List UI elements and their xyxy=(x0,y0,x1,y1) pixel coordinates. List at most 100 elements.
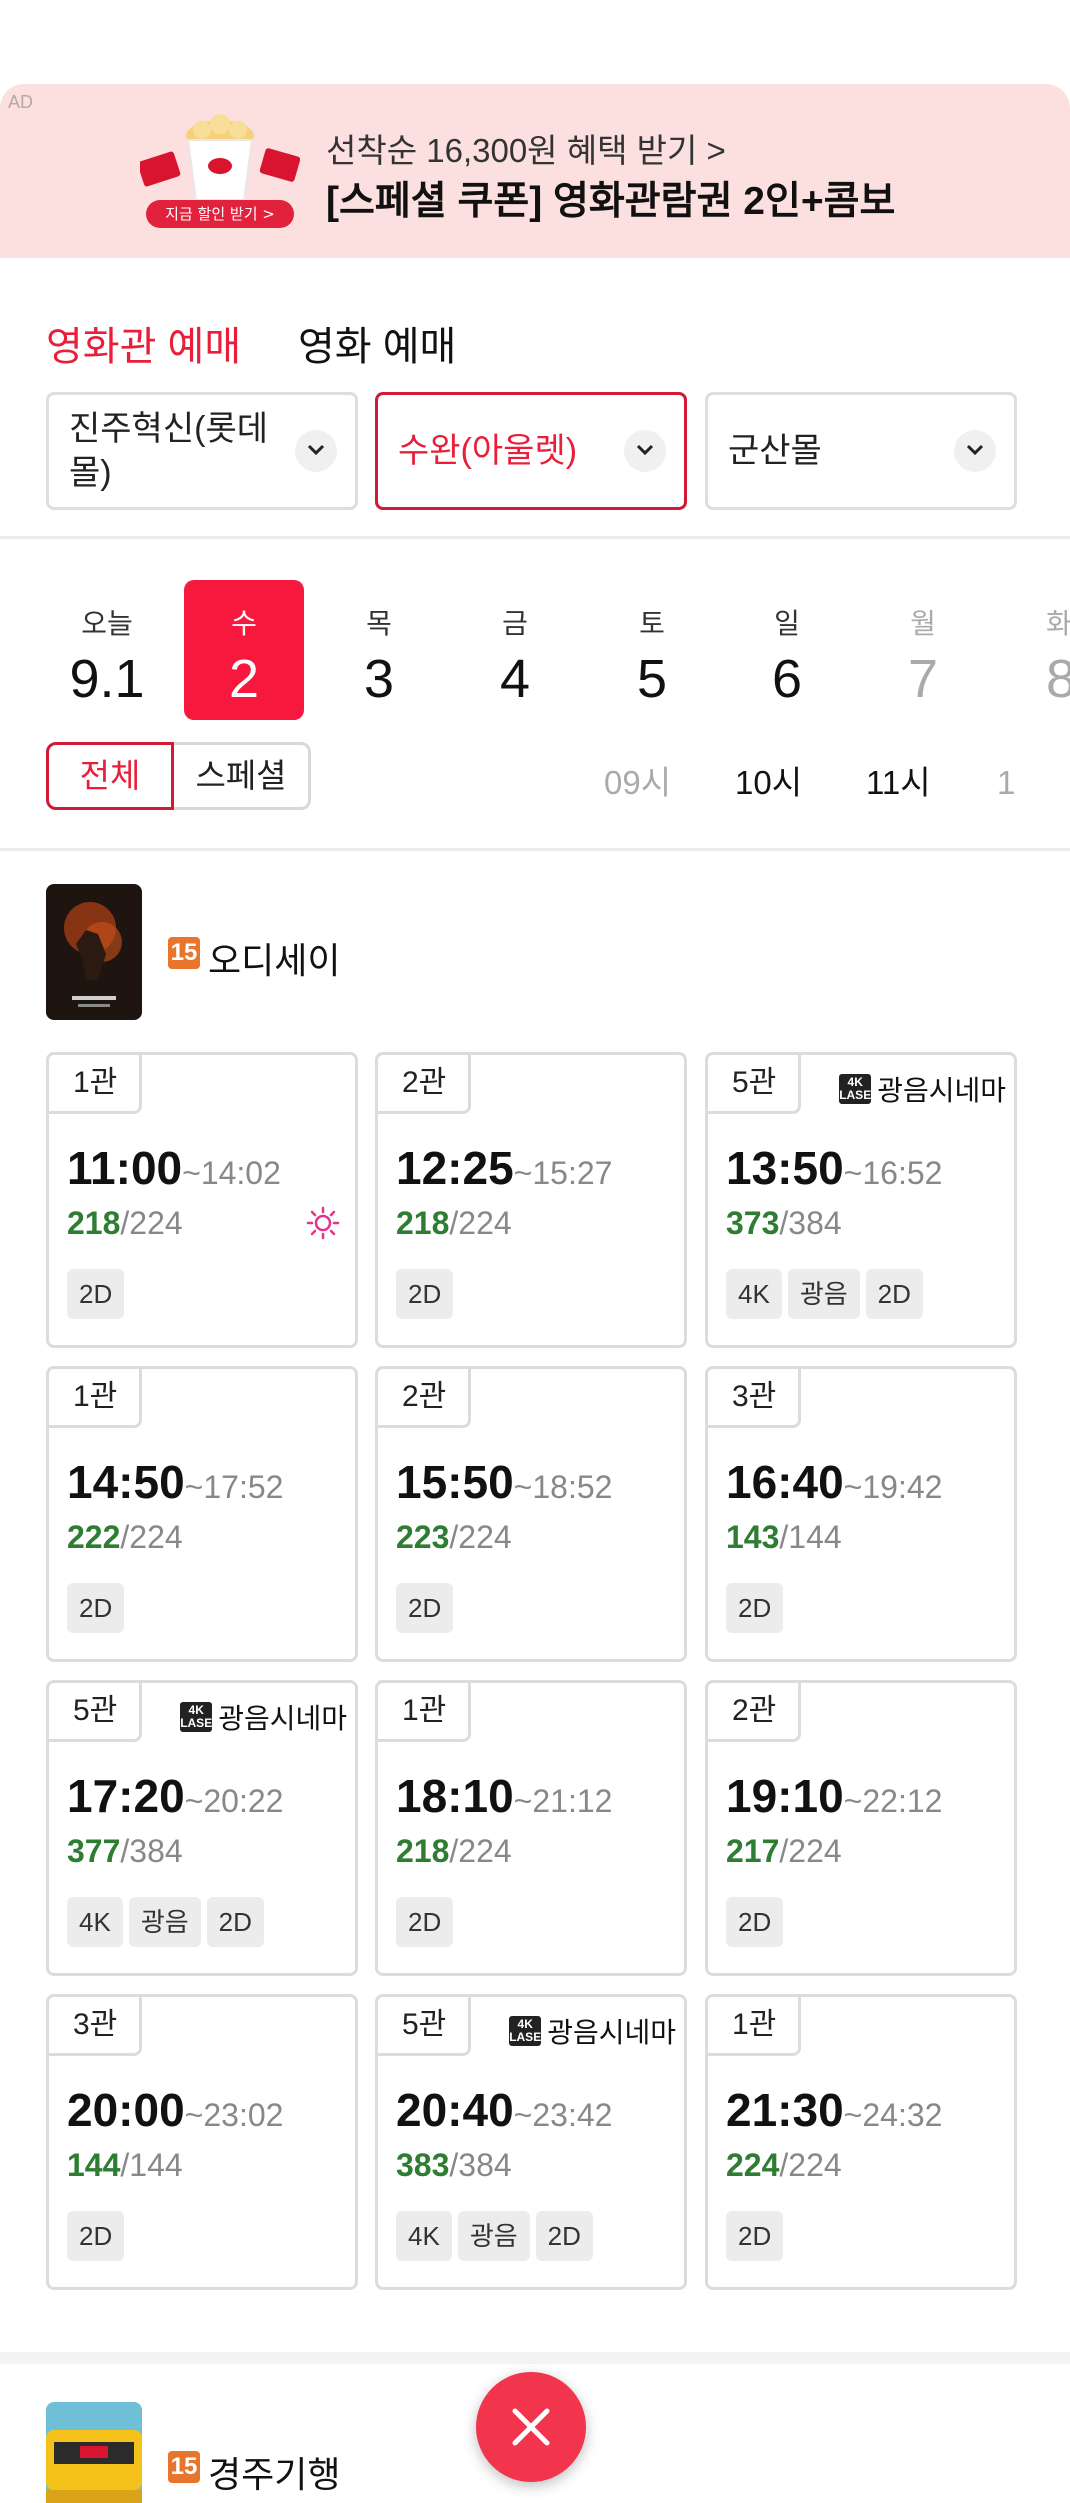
date-item[interactable]: 목 3 xyxy=(319,580,439,720)
end-time: ~23:42 xyxy=(513,2097,613,2133)
seat-availability: 223/224 xyxy=(396,1519,512,1556)
date-item[interactable]: 월 7 xyxy=(863,580,983,720)
date-day: 2 xyxy=(228,649,260,709)
ad-banner[interactable]: AD 지금 할인 받기 > 선착순 16,300원 혜택 받기 > [스페셜 쿠… xyxy=(0,84,1070,258)
movie-poster[interactable] xyxy=(46,884,142,1020)
format-tag: 2D xyxy=(396,1583,454,1633)
date-item[interactable]: 금 4 xyxy=(455,580,575,720)
total-seats: /224 xyxy=(449,1519,512,1555)
age-rating-badge: 15 xyxy=(168,937,200,969)
date-item[interactable]: 화 8 xyxy=(1000,580,1070,720)
hall-label: 1관 xyxy=(705,1994,801,2056)
end-time: ~15:27 xyxy=(513,1155,613,1191)
chevron-down-icon xyxy=(954,430,996,472)
showtime-card[interactable]: 3관 20:00~23:02 144/144 2D xyxy=(46,1994,358,2290)
hall-label: 5관 xyxy=(705,1052,801,1114)
total-seats: /224 xyxy=(120,1205,183,1241)
hall-label: 2관 xyxy=(375,1366,471,1428)
total-seats: /384 xyxy=(449,2147,512,2183)
format-tags: 4K 광음 2D xyxy=(67,1897,264,1947)
showtime-card[interactable]: 1관 14:50~17:52 222/224 2D xyxy=(46,1366,358,1662)
start-time: 17:20 xyxy=(67,1770,185,1822)
cinema-select-3[interactable]: 군산몰 xyxy=(705,392,1017,510)
date-item[interactable]: 토 5 xyxy=(592,580,712,720)
hall-label: 1관 xyxy=(46,1366,142,1428)
start-time: 14:50 xyxy=(67,1456,185,1508)
start-time: 11:00 xyxy=(67,1142,183,1194)
hall-label: 2관 xyxy=(375,1052,471,1114)
showtime-card[interactable]: 1관 11:00~14:02 218/224 2D xyxy=(46,1052,358,1348)
seat-availability: 217/224 xyxy=(726,1833,842,1870)
hour-chip[interactable]: 12시 xyxy=(997,756,1017,804)
end-time: ~14:02 xyxy=(182,1155,281,1191)
hall-label: 3관 xyxy=(46,1994,142,2056)
end-time: ~24:32 xyxy=(843,2097,943,2133)
showtime-card[interactable]: 2관 19:10~22:12 217/224 2D xyxy=(705,1680,1017,1976)
end-time: ~17:52 xyxy=(184,1469,284,1505)
filter-special-button[interactable]: 스페셜 xyxy=(171,742,311,810)
date-day: 9.1 xyxy=(69,649,145,709)
movie-poster[interactable] xyxy=(46,2402,142,2503)
hour-chip[interactable]: 09시 xyxy=(604,756,671,804)
format-tags: 2D xyxy=(396,1897,454,1947)
popcorn-coupon-icon: 지금 할인 받기 > xyxy=(140,114,300,228)
format-tag: 2D xyxy=(535,2211,593,2261)
total-seats: /384 xyxy=(120,1833,183,1869)
age-rating-badge: 15 xyxy=(168,2451,200,2483)
cinema-format-label: 광음시네마 xyxy=(877,1075,1006,1106)
format-tags: 2D xyxy=(396,1269,454,1319)
tab-movie-booking[interactable]: 영화 예매 xyxy=(298,314,456,372)
start-time: 13:50 xyxy=(726,1142,844,1194)
laser-4k-icon: 4K LASER xyxy=(839,1074,880,1104)
total-seats: /224 xyxy=(779,2147,842,2183)
showtime-time: 20:40~23:42 xyxy=(396,2083,612,2137)
hall-label: 5관 xyxy=(46,1680,142,1742)
showtime-time: 14:50~17:52 xyxy=(67,1455,283,1509)
filter-all-button[interactable]: 전체 xyxy=(46,742,174,810)
date-weekday: 금 xyxy=(502,608,528,639)
start-time: 15:50 xyxy=(396,1456,514,1508)
format-tag: 4K xyxy=(67,1897,123,1947)
showtime-card[interactable]: 5관 4K LASER 광음시네마 13:50~16:52 373/384 4K 광음 2… xyxy=(705,1052,1017,1348)
start-time: 21:30 xyxy=(726,2084,844,2136)
cinema-select-1[interactable]: 진주혁신(롯데몰) xyxy=(46,392,358,510)
showtime-card[interactable]: 5관 4K LASER 광음시네마 20:40~23:42 383/384 4K 광음 2… xyxy=(375,1994,687,2290)
format-tag: 광음 xyxy=(457,2211,530,2261)
movie-title[interactable]: 경주기행 xyxy=(208,2446,340,2498)
cinema-format-badge: 4K LASER 광음시네마 xyxy=(839,1069,1006,1109)
section-separator xyxy=(0,2352,1070,2364)
date-item-selected[interactable]: 수 2 xyxy=(184,580,304,720)
showtime-card[interactable]: 5관 4K LASER 광음시네마 17:20~20:22 377/384 4K 광음 2… xyxy=(46,1680,358,1976)
showtime-card[interactable]: 2관 12:25~15:27 218/224 2D xyxy=(375,1052,687,1348)
showtime-card[interactable]: 3관 16:40~19:42 143/144 2D xyxy=(705,1366,1017,1662)
laser-4k-icon: 4K LASER xyxy=(509,2016,550,2046)
date-day: 5 xyxy=(636,649,668,709)
remaining-seats: 218 xyxy=(396,1205,450,1241)
hour-chip[interactable]: 10시 xyxy=(735,756,802,804)
format-tag: 2D xyxy=(865,1269,923,1319)
format-tag: 2D xyxy=(67,2211,125,2261)
date-weekday: 오늘 xyxy=(81,608,133,639)
date-item[interactable]: 오늘 9.1 xyxy=(47,580,167,720)
date-item[interactable]: 일 6 xyxy=(727,580,847,720)
cinema-name: 수완(아울렛) xyxy=(398,432,578,470)
showtime-card[interactable]: 1관 18:10~21:12 218/224 2D xyxy=(375,1680,687,1976)
divider xyxy=(0,536,1070,539)
end-time: ~16:52 xyxy=(843,1155,943,1191)
close-icon xyxy=(512,2408,550,2446)
showtime-card[interactable]: 2관 15:50~18:52 223/224 2D xyxy=(375,1366,687,1662)
showtime-time: 19:10~22:12 xyxy=(726,1769,942,1823)
showtime-card[interactable]: 1관 21:30~24:32 224/224 2D xyxy=(705,1994,1017,2290)
total-seats: /224 xyxy=(449,1833,512,1869)
tab-cinema-booking[interactable]: 영화관 예매 xyxy=(46,314,241,372)
hall-label: 5관 xyxy=(375,1994,471,2056)
date-weekday: 화 xyxy=(1046,608,1070,639)
showtime-time: 17:20~20:22 xyxy=(67,1769,283,1823)
close-button[interactable] xyxy=(476,2372,586,2482)
seat-availability: 224/224 xyxy=(726,2147,842,2184)
hall-label: 1관 xyxy=(46,1052,142,1114)
cinema-select-2[interactable]: 수완(아울렛) xyxy=(375,392,687,510)
remaining-seats: 222 xyxy=(67,1519,121,1555)
movie-title[interactable]: 오디세이 xyxy=(208,932,340,984)
hour-chip[interactable]: 11시 xyxy=(866,756,931,804)
